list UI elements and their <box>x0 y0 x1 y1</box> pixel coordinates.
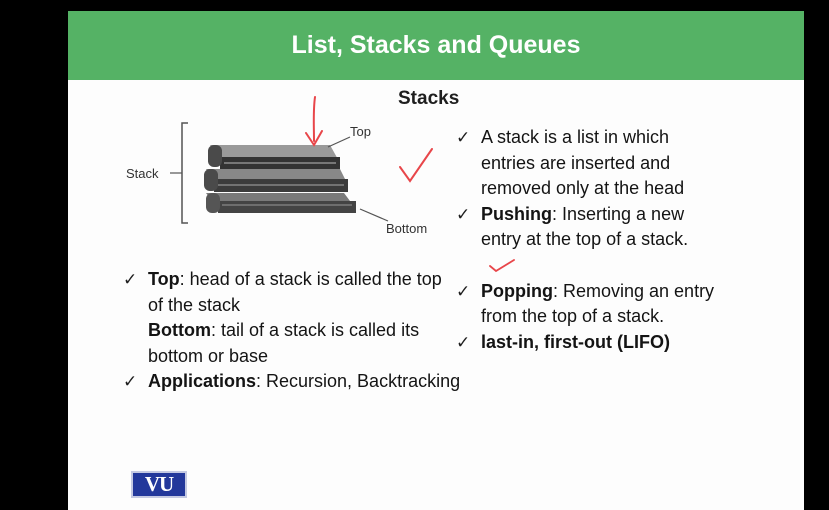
vu-logo: VU <box>131 471 187 498</box>
stack-label: Stack <box>126 166 159 181</box>
left-bullet-top: Top: head of a stack is called the top o… <box>121 267 461 318</box>
right-bullet-popping: Popping: Removing an entry from the top … <box>454 279 724 330</box>
annotation-arrow <box>305 96 323 147</box>
top-label-leader <box>327 136 351 148</box>
slide-title: List, Stacks and Queues <box>291 31 581 59</box>
book-stack-image <box>204 145 356 213</box>
slide: List, Stacks and Queues Stacks Stack Top… <box>68 11 804 510</box>
left-bullet-applications: Applications: Recursion, Backtracking <box>121 369 461 395</box>
right-bullet-definition: A stack is a list in which entries are i… <box>454 125 724 202</box>
bottom-label-leader <box>359 208 389 222</box>
annotation-check-mark <box>399 148 433 183</box>
stack-bracket <box>181 122 188 224</box>
right-bullet-lifo: last-in, first-out (LIFO) <box>454 330 724 356</box>
annotation-tick <box>489 259 515 273</box>
bottom-label: Bottom <box>386 221 427 236</box>
top-label: Top <box>350 124 371 139</box>
stack-diagram: Stack Top Bottom <box>126 96 433 236</box>
right-bullet-pushing: Pushing: Inserting a new entry at the to… <box>454 202 724 279</box>
left-bullet-list: Top: head of a stack is called the top o… <box>121 267 461 395</box>
title-bar: List, Stacks and Queues <box>68 11 804 80</box>
left-bullet-bottom: Bottom: tail of a stack is called its bo… <box>148 320 420 366</box>
right-bullet-list: A stack is a list in which entries are i… <box>454 125 724 355</box>
